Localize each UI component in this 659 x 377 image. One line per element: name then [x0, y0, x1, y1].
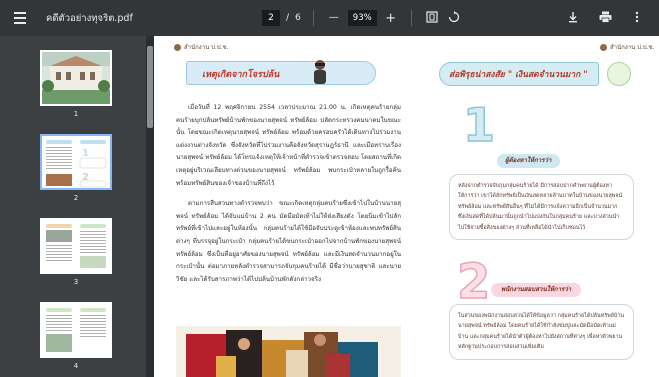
left-column: เหตุเกิดจากโจรปล้น เมื่อวันที่ 12 พฤศจิก… [176, 58, 401, 294]
zoom-input[interactable]: 93% [347, 10, 377, 26]
print-icon[interactable] [597, 11, 613, 26]
thumbnail-image [40, 50, 112, 106]
header-agency-text: สำนักงาน ป.ป.ช. [610, 44, 655, 51]
suspicion-title: ส่อพิรุธน่าสงสัย " เงินสดจำนวนมาก " [449, 70, 588, 80]
header-agency-text: สำนักงาน ป.ป.ช. [184, 44, 229, 51]
menu-icon[interactable] [14, 12, 30, 24]
investigator-statement-label: พนักงานสอบสวนให้การว่า [491, 283, 582, 297]
suspicion-banner: ส่อพิรุธน่าสงสัย " เงินสดจำนวนมาก " [439, 58, 644, 90]
thumbnail-image [40, 302, 112, 358]
thumbnail-page-2[interactable]: 1 2 2 [40, 134, 112, 202]
suspect-statement-text: หลังจากตำรวจจับกุมกลุ่มคนร้ายได้ มีการสอ… [458, 183, 623, 231]
thumbnail-label: 2 [73, 194, 79, 202]
point-number-2: 2 [456, 254, 491, 310]
investigator-statement-text: ในส่วนของพนักงานสอบสวนได้ให้ข้อมูลว่า กล… [458, 313, 625, 351]
thumbnail-label: 4 [73, 362, 79, 370]
robbery-scene-illustration [176, 326, 401, 377]
thumbnail-page-4[interactable]: 4 [40, 302, 112, 370]
suspect-statement-box: หลังจากตำรวจจับกุมกลุ่มคนร้ายได้ มีการสอ… [449, 174, 634, 241]
agency-logo-icon [600, 43, 607, 51]
thumbnail-label: 3 [73, 278, 79, 286]
toolbar-divider [410, 10, 412, 26]
toolbar-left: คดีตัวอย่างทุจริต.pdf [0, 11, 250, 26]
fit-page-icon[interactable] [424, 10, 440, 26]
thumbnail-page-1[interactable]: 1 [40, 50, 112, 118]
thumbnail-image [40, 218, 112, 274]
page-separator: / [286, 13, 290, 23]
thumbnail-sidebar: 1 1 2 2 3 4 [0, 36, 146, 377]
story-paragraph-1: เมื่อวันที่ 12 พฤศจิกายน 2554 เวลาประมาณ… [176, 104, 401, 187]
toolbar-right [565, 0, 645, 36]
thumbnail-page-3[interactable]: 3 [40, 218, 112, 286]
section-title: เหตุเกิดจากโจรปล้น [202, 70, 280, 80]
investigator-statement-box: ในส่วนของพนักงานสอบสวนได้ให้ข้อมูลว่า กล… [449, 304, 634, 360]
total-pages: 6 [295, 13, 301, 23]
header-logo-left: สำนักงาน ป.ป.ช. [174, 42, 228, 52]
download-icon[interactable] [565, 11, 581, 26]
header-logo-right: สำนักงาน ป.ป.ช. [600, 42, 654, 52]
suspect-statement-label: ผู้ต้องหาให้การว่า [497, 154, 560, 168]
document-title: คดีตัวอย่างทุจริต.pdf [46, 12, 133, 24]
scrollbar-thumb[interactable] [147, 46, 153, 128]
thumbnail-image: 1 2 [40, 134, 112, 190]
thumbnail-label: 1 [73, 110, 79, 118]
zoom-out-button[interactable]: — [326, 13, 342, 23]
sidebar-scrollbar[interactable] [146, 36, 154, 377]
zoom-in-button[interactable]: + [383, 12, 399, 25]
more-icon[interactable] [629, 11, 645, 26]
section-banner: เหตุเกิดจากโจรปล้น [180, 58, 401, 88]
money-icon [607, 62, 631, 86]
pdf-toolbar: คดีตัวอย่างทุจริต.pdf 2 / 6 — 93% + [0, 0, 659, 36]
toolbar-center: 2 / 6 — 93% + [262, 0, 462, 36]
page-number-input[interactable]: 2 [262, 10, 280, 26]
rotate-icon[interactable] [446, 10, 462, 26]
right-column: ส่อพิรุธน่าสงสัย " เงินสดจำนวนมาก " 1 ผู… [439, 58, 644, 360]
agency-logo-icon [174, 43, 181, 51]
svg-text:1: 1 [82, 148, 89, 159]
pdf-page: สำนักงาน ป.ป.ช. สำนักงาน ป.ป.ช. เหตุเกิด… [154, 36, 659, 377]
svg-text:2: 2 [82, 172, 89, 183]
story-paragraph-2: ตามการสืบสวนทางตำรวจพบว่า ขณะเกิดเหตุกลุ… [176, 200, 401, 283]
toolbar-divider [312, 10, 314, 26]
point-number-1: 1 [462, 98, 496, 152]
thief-figure-icon [314, 60, 326, 84]
